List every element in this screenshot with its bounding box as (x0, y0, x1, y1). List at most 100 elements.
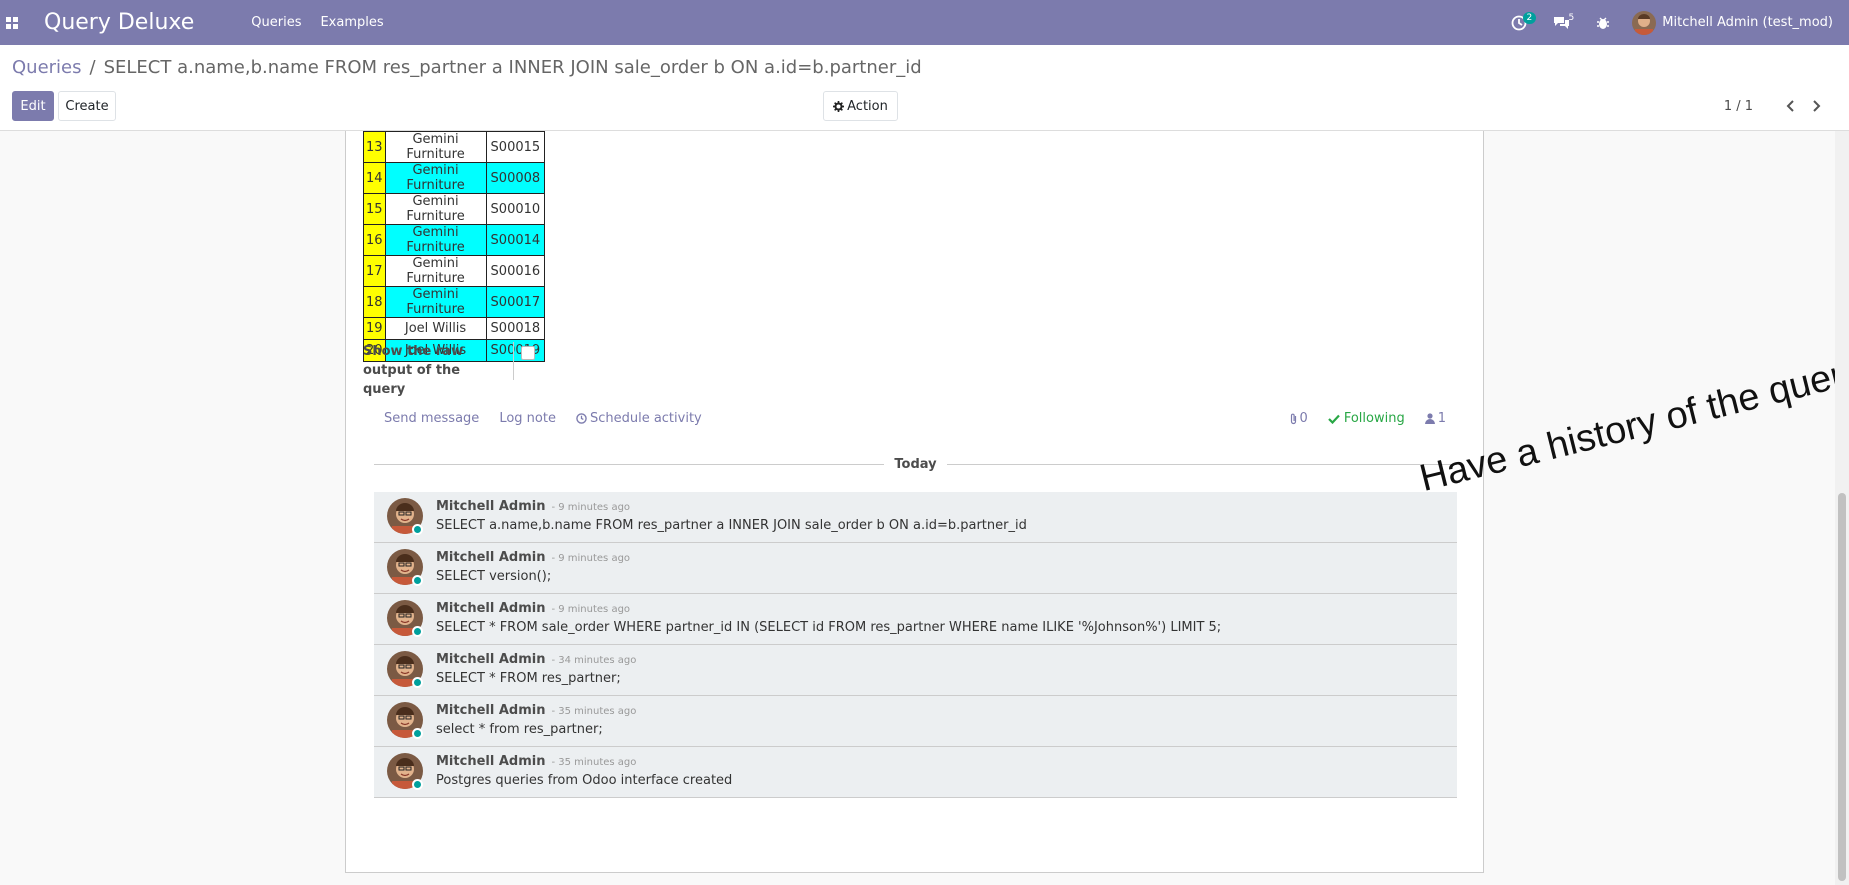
page-scrollbar[interactable] (1835, 131, 1849, 885)
nav-item-queries[interactable]: Queries (251, 15, 301, 30)
top-navbar: Query Deluxe Queries Examples 2 5 Mitche… (0, 0, 1849, 45)
message-time: - 34 minutes ago (551, 655, 637, 666)
message-author[interactable]: Mitchell Admin (436, 703, 545, 718)
send-message-button[interactable]: Send message (384, 411, 479, 426)
message-body: select * from res_partner; (436, 722, 603, 737)
action-label: Action (847, 98, 888, 114)
online-status-icon (412, 728, 423, 739)
activity-badge: 2 (1522, 11, 1537, 24)
pager-previous-icon[interactable] (1781, 97, 1799, 115)
message-item[interactable]: Mitchell Admin - 34 minutes ago SELECT * F… (374, 645, 1457, 696)
message-body: SELECT a.name,b.name FROM res_partner a … (436, 518, 1027, 533)
message-item[interactable]: Mitchell Admin - 9 minutes ago SELECT a.na… (374, 492, 1457, 543)
online-status-icon (412, 677, 423, 688)
action-button[interactable]: Action (823, 91, 898, 121)
message-author[interactable]: Mitchell Admin (436, 652, 545, 667)
clock-icon (576, 413, 587, 424)
message-author[interactable]: Mitchell Admin (436, 601, 545, 616)
messages-icon[interactable]: 5 (1550, 12, 1574, 34)
following-button[interactable]: Following (1328, 411, 1405, 426)
date-separator-label: Today (894, 456, 937, 472)
message-body: Postgres queries from Odoo interface cre… (436, 773, 733, 788)
attachments-button[interactable]: 0 (1289, 411, 1308, 426)
messages-badge: 5 (1568, 12, 1575, 23)
result-row-number: 13 (363, 131, 386, 163)
scrollbar-thumb[interactable] (1838, 493, 1846, 881)
result-row: 19 Joel Willis S00018 (363, 317, 546, 340)
message-author[interactable]: Mitchell Admin (436, 550, 545, 565)
result-cell-partner: Gemini Furniture (384, 162, 487, 194)
create-button[interactable]: Create (58, 91, 116, 121)
result-row-number: 14 (363, 162, 386, 194)
app-brand[interactable]: Query Deluxe (44, 10, 194, 35)
message-item[interactable]: Mitchell Admin - 35 minutes ago select * f… (374, 696, 1457, 747)
result-cell-order: S00016 (485, 255, 546, 287)
raw-output-divider (513, 342, 514, 380)
breadcrumb-separator: / (89, 57, 96, 78)
log-note-button[interactable]: Log note (499, 411, 556, 426)
nav-menu: Queries Examples (251, 15, 402, 30)
caption-overlay: Have a history of the queries (1415, 342, 1849, 501)
breadcrumb: Queries / SELECT a.name,b.name FROM res_… (12, 57, 922, 78)
check-icon (1328, 414, 1340, 424)
message-time: - 9 minutes ago (551, 604, 631, 615)
result-row-number: 17 (363, 255, 386, 287)
chatter-topbar: Send message Log note Schedule activity (384, 411, 722, 426)
message-item[interactable]: Mitchell Admin - 9 minutes ago SELECT * FR… (374, 594, 1457, 645)
message-time: - 9 minutes ago (551, 553, 631, 564)
result-row: 14 Gemini Furniture S00008 (363, 162, 546, 194)
message-time: - 35 minutes ago (551, 706, 637, 717)
result-cell-partner: Gemini Furniture (384, 131, 487, 163)
user-avatar (1632, 10, 1657, 35)
user-name: Mitchell Admin (test_mod) (1662, 15, 1833, 30)
message-time: - 9 minutes ago (551, 502, 631, 513)
online-status-icon (412, 575, 423, 586)
paperclip-icon (1290, 413, 1296, 424)
user-menu[interactable]: Mitchell Admin (test_mod) (1632, 10, 1833, 35)
online-status-icon (412, 524, 423, 535)
gear-icon (833, 100, 845, 112)
breadcrumb-current: SELECT a.name,b.name FROM res_partner a … (103, 57, 922, 78)
nav-item-examples[interactable]: Examples (320, 15, 383, 30)
result-row: 17 Gemini Furniture S00016 (363, 255, 546, 287)
message-author[interactable]: Mitchell Admin (436, 754, 545, 769)
raw-output-checkbox[interactable] (521, 346, 535, 360)
result-cell-partner: Joel Willis (384, 317, 487, 340)
query-result-table: 13 Gemini Furniture S00015 14 Gemini Furnitu… (363, 131, 546, 362)
activity-icon[interactable]: 2 (1508, 11, 1537, 34)
breadcrumb-queries[interactable]: Queries (12, 57, 82, 78)
edit-button[interactable]: Edit (12, 91, 54, 121)
user-icon (1424, 413, 1435, 424)
apps-menu-icon[interactable] (0, 0, 24, 45)
result-cell-order: S00010 (485, 193, 546, 225)
result-cell-partner: Gemini Furniture (384, 255, 487, 287)
form-view: 13 Gemini Furniture S00015 14 Gemini Furnitu… (0, 131, 1849, 885)
systray: 2 5 Mitchell Admin (test_mod) (1488, 0, 1849, 45)
pager: 1 / 1 (1724, 97, 1825, 115)
following-label: Following (1343, 411, 1405, 426)
result-cell-partner: Gemini Furniture (384, 193, 487, 225)
pager-value[interactable]: 1 / 1 (1724, 99, 1753, 114)
pager-next-icon[interactable] (1807, 97, 1825, 115)
schedule-activity-button[interactable]: Schedule activity (576, 411, 702, 426)
form-sheet: 13 Gemini Furniture S00015 14 Gemini Furnitu… (345, 131, 1849, 873)
result-cell-order: S00008 (485, 162, 546, 194)
result-row-number: 19 (363, 317, 386, 340)
online-status-icon (412, 626, 423, 637)
bug-icon[interactable] (1592, 12, 1614, 34)
result-row-number: 18 (363, 286, 386, 318)
result-cell-partner: Gemini Furniture (384, 224, 487, 256)
message-item[interactable]: Mitchell Admin - 9 minutes ago SELECT vers… (374, 543, 1457, 594)
schedule-activity-label: Schedule activity (589, 411, 702, 426)
result-cell-order: S00015 (485, 131, 546, 163)
message-author[interactable]: Mitchell Admin (436, 499, 545, 514)
chatter-actions: 0 Following 1 (1269, 411, 1446, 426)
date-separator: Today (374, 456, 1458, 472)
result-cell-order: S00017 (485, 286, 546, 318)
result-row-number: 16 (363, 224, 386, 256)
result-cell-order: S00014 (485, 224, 546, 256)
message-item[interactable]: Mitchell Admin - 35 minutes ago Postgres q… (374, 747, 1457, 798)
message-body: SELECT * FROM sale_order WHERE partner_i… (436, 620, 1222, 635)
followers-button[interactable]: 1 (1424, 411, 1446, 426)
online-status-icon (412, 779, 423, 790)
